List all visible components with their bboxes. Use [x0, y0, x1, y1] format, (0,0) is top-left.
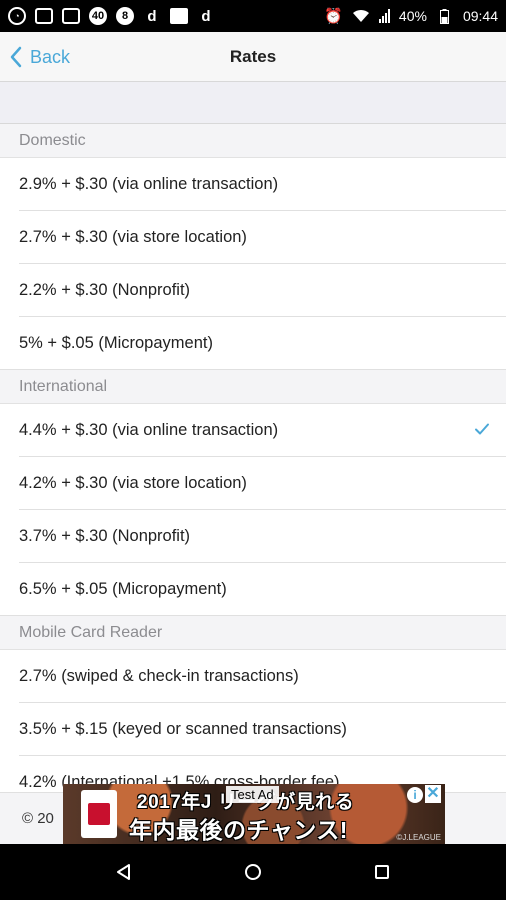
battery-icon	[436, 7, 454, 25]
signal-icon	[378, 9, 390, 23]
status-bar: ◔ 40 8 d d ⏰ 40% 09:44	[0, 0, 506, 32]
checkmark-icon	[475, 423, 489, 435]
rate-row[interactable]: 3.7% + $.30 (Nonprofit)	[0, 510, 506, 563]
ad-subheadline: 年内最後のチャンス!	[129, 817, 348, 843]
section-header-domestic: Domestic	[0, 124, 506, 158]
copyright-text: © 20	[22, 810, 54, 827]
system-home-button[interactable]	[233, 852, 273, 892]
rate-row-selected[interactable]: 4.4% + $.30 (via online transaction)	[0, 404, 506, 457]
page-title: Rates	[229, 47, 277, 66]
alarm-icon: ⏰	[324, 8, 343, 25]
rate-label: 5% + $.05 (Micropayment)	[19, 334, 213, 352]
document-icon	[35, 8, 53, 24]
clock-time: 09:44	[462, 8, 498, 24]
rate-row[interactable]: 4.2% + $.30 (via store location)	[0, 457, 506, 510]
rate-row[interactable]: 3.5% + $.15 (keyed or scanned transactio…	[0, 703, 506, 756]
system-recents-button[interactable]	[362, 852, 402, 892]
system-navigation-bar	[0, 844, 506, 900]
system-back-button[interactable]	[104, 852, 144, 892]
back-label: Back	[30, 46, 71, 67]
rate-label: 2.9% + $.30 (via online transaction)	[19, 175, 279, 193]
rate-label: 4.4% + $.30 (via online transaction)	[19, 421, 279, 439]
clock-app-icon: ◔	[8, 7, 26, 25]
notification-badge-icon: 40	[89, 7, 107, 25]
rate-label: 2.7% + $.30 (via store location)	[19, 228, 247, 246]
rate-row[interactable]: 6.5% + $.05 (Micropayment)	[0, 563, 506, 616]
spacer-band	[0, 82, 506, 124]
rate-label: 3.7% + $.30 (Nonprofit)	[19, 527, 191, 545]
d-app-icon: d	[201, 7, 211, 25]
ad-close-icon[interactable]: ✕	[425, 785, 441, 803]
section-header-mobile-card-reader: Mobile Card Reader	[0, 616, 506, 650]
rates-list: Domestic 2.9% + $.30 (via online transac…	[0, 124, 506, 809]
circle-home-icon	[244, 864, 261, 880]
rate-label: 2.2% + $.30 (Nonprofit)	[19, 281, 191, 299]
rate-row[interactable]: 2.7% (swiped & check-in transactions)	[0, 650, 506, 703]
ad-credit: ©J.LEAGUE	[396, 833, 441, 842]
navigation-bar: Back Rates	[0, 32, 506, 82]
wifi-icon	[352, 7, 370, 25]
jleague-logo	[81, 790, 117, 838]
square-recents-icon	[374, 865, 389, 879]
section-header-international: International	[0, 370, 506, 404]
ad-info-icon[interactable]: i	[407, 787, 423, 803]
triangle-back-icon	[117, 864, 131, 880]
rate-label: 3.5% + $.15 (keyed or scanned transactio…	[19, 720, 347, 738]
rate-row[interactable]: 5% + $.05 (Micropayment)	[0, 317, 506, 370]
rate-row[interactable]: 2.9% + $.30 (via online transaction)	[0, 158, 506, 211]
back-button[interactable]: Back	[10, 32, 70, 82]
rate-label: 4.2% + $.30 (via store location)	[19, 474, 247, 492]
rate-row[interactable]: 2.2% + $.30 (Nonprofit)	[0, 264, 506, 317]
d-app-icon: d	[147, 7, 157, 25]
chevron-left-icon	[10, 46, 22, 68]
test-ad-label: Test Ad	[226, 786, 279, 803]
battery-percent: 40%	[398, 8, 427, 24]
calendar-icon	[62, 8, 80, 24]
square-app-icon	[170, 8, 188, 24]
rate-row[interactable]: 2.7% + $.30 (via store location)	[0, 211, 506, 264]
rate-label: 6.5% + $.05 (Micropayment)	[19, 580, 227, 598]
rate-label: 2.7% (swiped & check-in transactions)	[19, 667, 299, 685]
ad-banner[interactable]: 2017年J リーグが見れる 年内最後のチャンス! Test Ad i ✕ ©J…	[63, 784, 445, 844]
notification-badge-icon: 8	[116, 7, 134, 25]
